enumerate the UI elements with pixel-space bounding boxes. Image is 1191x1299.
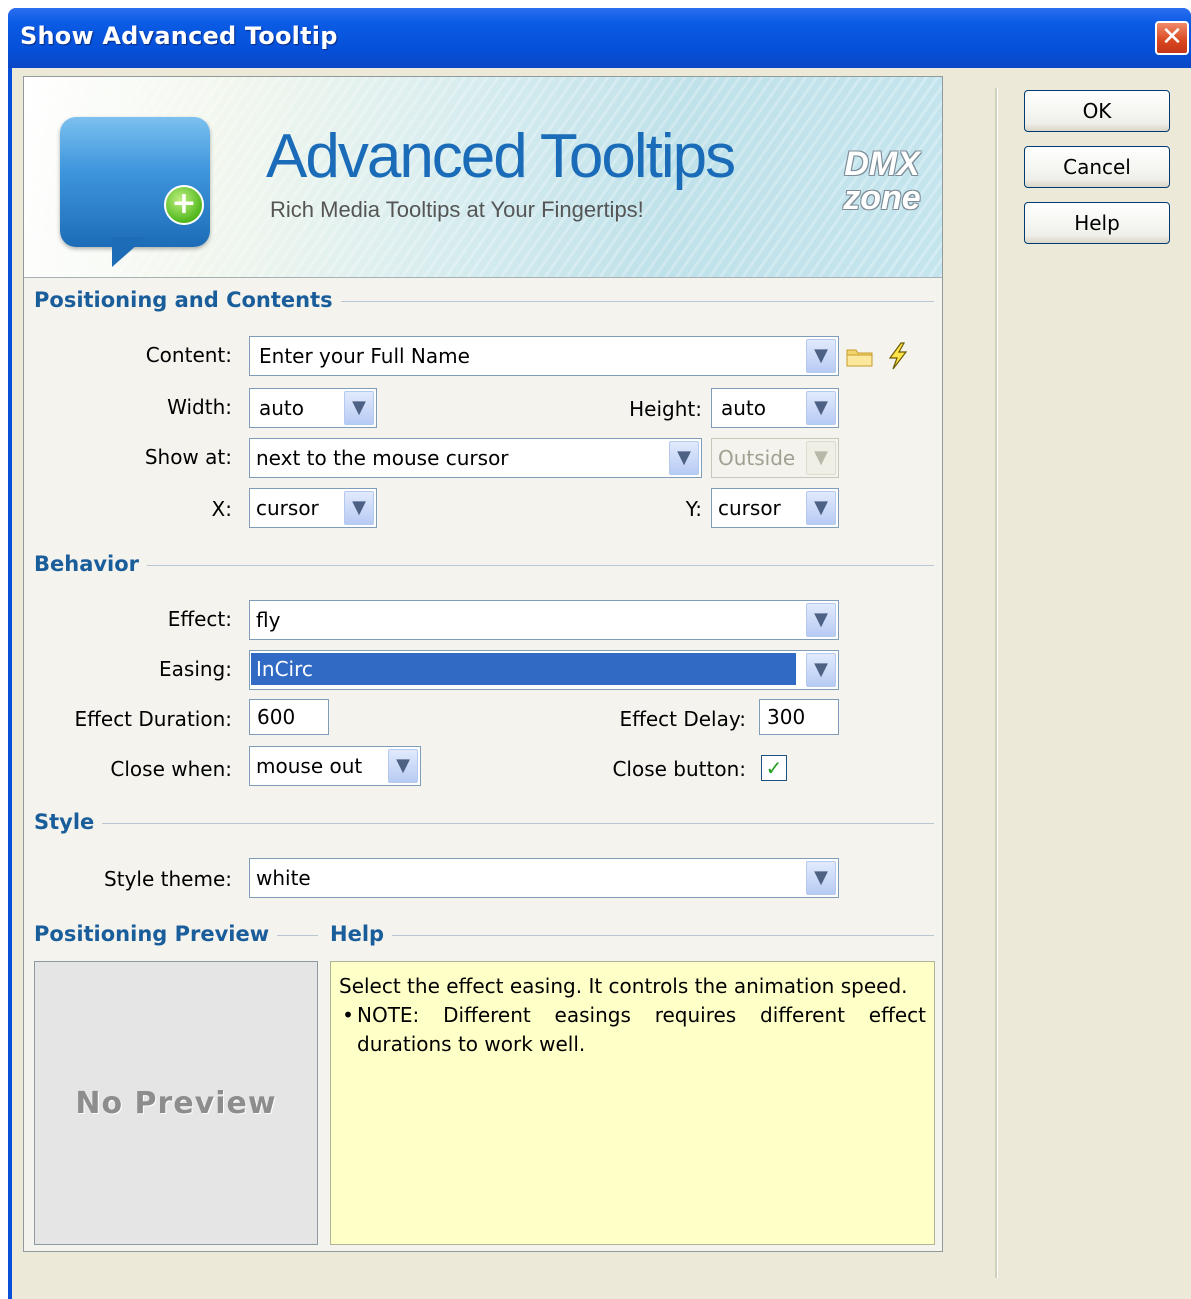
style-theme-value: white (256, 866, 311, 890)
y-select[interactable]: cursor ▼ (711, 488, 839, 528)
effect-select[interactable]: fly ▼ (249, 600, 839, 640)
y-value: cursor (718, 496, 781, 520)
width-select[interactable]: auto ▼ (249, 388, 377, 428)
width-value: auto (259, 396, 305, 420)
chevron-down-icon[interactable]: ▼ (344, 491, 374, 525)
close-when-select[interactable]: mouse out ▼ (249, 746, 421, 786)
help-note: • NOTE: Different easings requires diffe… (339, 1001, 926, 1059)
content-select[interactable]: Enter your Full Name ▼ (249, 336, 839, 376)
title-bar[interactable]: Show Advanced Tooltip ✕ (8, 8, 1191, 68)
showat-side-value: Outside (718, 446, 796, 470)
close-when-label: Close when: (110, 757, 232, 781)
close-button-checkbox[interactable]: ✓ (761, 755, 787, 781)
help-box: Select the effect easing. It controls th… (330, 961, 935, 1245)
section-divider (34, 565, 934, 566)
section-header-behavior: Behavior (34, 552, 148, 576)
showat-side-select: Outside ▼ (711, 438, 839, 478)
effect-value: fly (256, 608, 281, 632)
positioning-preview: No Preview (34, 961, 318, 1245)
x-select[interactable]: cursor ▼ (249, 488, 377, 528)
chevron-down-icon[interactable]: ▼ (806, 603, 836, 637)
chevron-down-icon[interactable]: ▼ (669, 441, 699, 475)
section-divider (34, 823, 934, 824)
preview-text: No Preview (75, 1086, 277, 1121)
bullet: • (342, 1003, 354, 1027)
showat-select[interactable]: next to the mouse cursor ▼ (249, 438, 702, 478)
tooltip-bubble-logo (60, 117, 210, 247)
content-label: Content: (145, 343, 232, 367)
y-label: Y: (685, 497, 702, 521)
showat-label: Show at: (144, 445, 232, 469)
tooltip-bubble-tail (112, 237, 146, 267)
help-note-text: NOTE: Different easings requires differe… (357, 1003, 926, 1056)
easing-label: Easing: (159, 657, 232, 681)
logo-text-1: DMX (844, 145, 920, 183)
chevron-down-icon: ▼ (806, 441, 836, 475)
duration-input[interactable]: 600 (249, 699, 329, 735)
cancel-button[interactable]: Cancel (1024, 146, 1170, 188)
showat-value: next to the mouse cursor (256, 446, 509, 470)
banner-subtitle: Rich Media Tooltips at Your Fingertips! (270, 197, 644, 222)
easing-value: InCirc (251, 653, 796, 685)
chevron-down-icon[interactable]: ▼ (806, 391, 836, 425)
chevron-down-icon[interactable]: ▼ (806, 653, 836, 687)
effect-label: Effect: (167, 607, 232, 631)
chevron-down-icon[interactable]: ▼ (806, 861, 836, 895)
help-text: Select the effect easing. It controls th… (339, 974, 908, 998)
width-label: Width: (167, 395, 232, 419)
x-label: X: (211, 497, 232, 521)
dialog-window: Show Advanced Tooltip ✕ + Advanced Toolt… (8, 8, 1191, 1299)
plus-icon: + (164, 185, 204, 225)
banner-title: Advanced Tooltips (266, 122, 736, 191)
duration-label: Effect Duration: (74, 707, 232, 731)
check-icon: ✓ (765, 756, 783, 780)
window-title: Show Advanced Tooltip (20, 22, 338, 50)
height-label: Height: (629, 397, 702, 421)
section-divider (330, 935, 934, 936)
close-when-value: mouse out (256, 754, 363, 778)
x-value: cursor (256, 496, 319, 520)
section-header-style: Style (34, 810, 103, 834)
height-select[interactable]: auto ▼ (711, 388, 839, 428)
delay-label: Effect Delay: (619, 707, 746, 731)
close-button-label: Close button: (612, 757, 746, 781)
style-theme-select[interactable]: white ▼ (249, 858, 839, 898)
main-panel: + Advanced Tooltips Rich Media Tooltips … (23, 76, 943, 1252)
lightning-icon[interactable] (886, 342, 910, 370)
chevron-down-icon[interactable]: ▼ (806, 339, 836, 373)
dmxzone-logo: DMX zone (836, 147, 928, 215)
chevron-down-icon[interactable]: ▼ (806, 491, 836, 525)
delay-input[interactable]: 300 (759, 699, 839, 735)
content-value: Enter your Full Name (259, 344, 470, 368)
section-header-help: Help (330, 922, 393, 946)
vertical-separator (995, 88, 998, 1278)
height-value: auto (721, 396, 767, 420)
dialog-client: + Advanced Tooltips Rich Media Tooltips … (12, 68, 1191, 1299)
ok-button[interactable]: OK (1024, 90, 1170, 132)
close-icon[interactable]: ✕ (1155, 21, 1189, 55)
section-header-preview: Positioning Preview (34, 922, 278, 946)
section-header-positioning: Positioning and Contents (34, 288, 341, 312)
banner: + Advanced Tooltips Rich Media Tooltips … (24, 77, 942, 278)
chevron-down-icon[interactable]: ▼ (388, 749, 418, 783)
logo-text-2: zone (843, 179, 921, 217)
help-button[interactable]: Help (1024, 202, 1170, 244)
chevron-down-icon[interactable]: ▼ (344, 391, 374, 425)
folder-icon[interactable] (846, 347, 874, 367)
easing-select[interactable]: InCirc ▼ (249, 650, 839, 690)
style-theme-label: Style theme: (104, 867, 232, 891)
